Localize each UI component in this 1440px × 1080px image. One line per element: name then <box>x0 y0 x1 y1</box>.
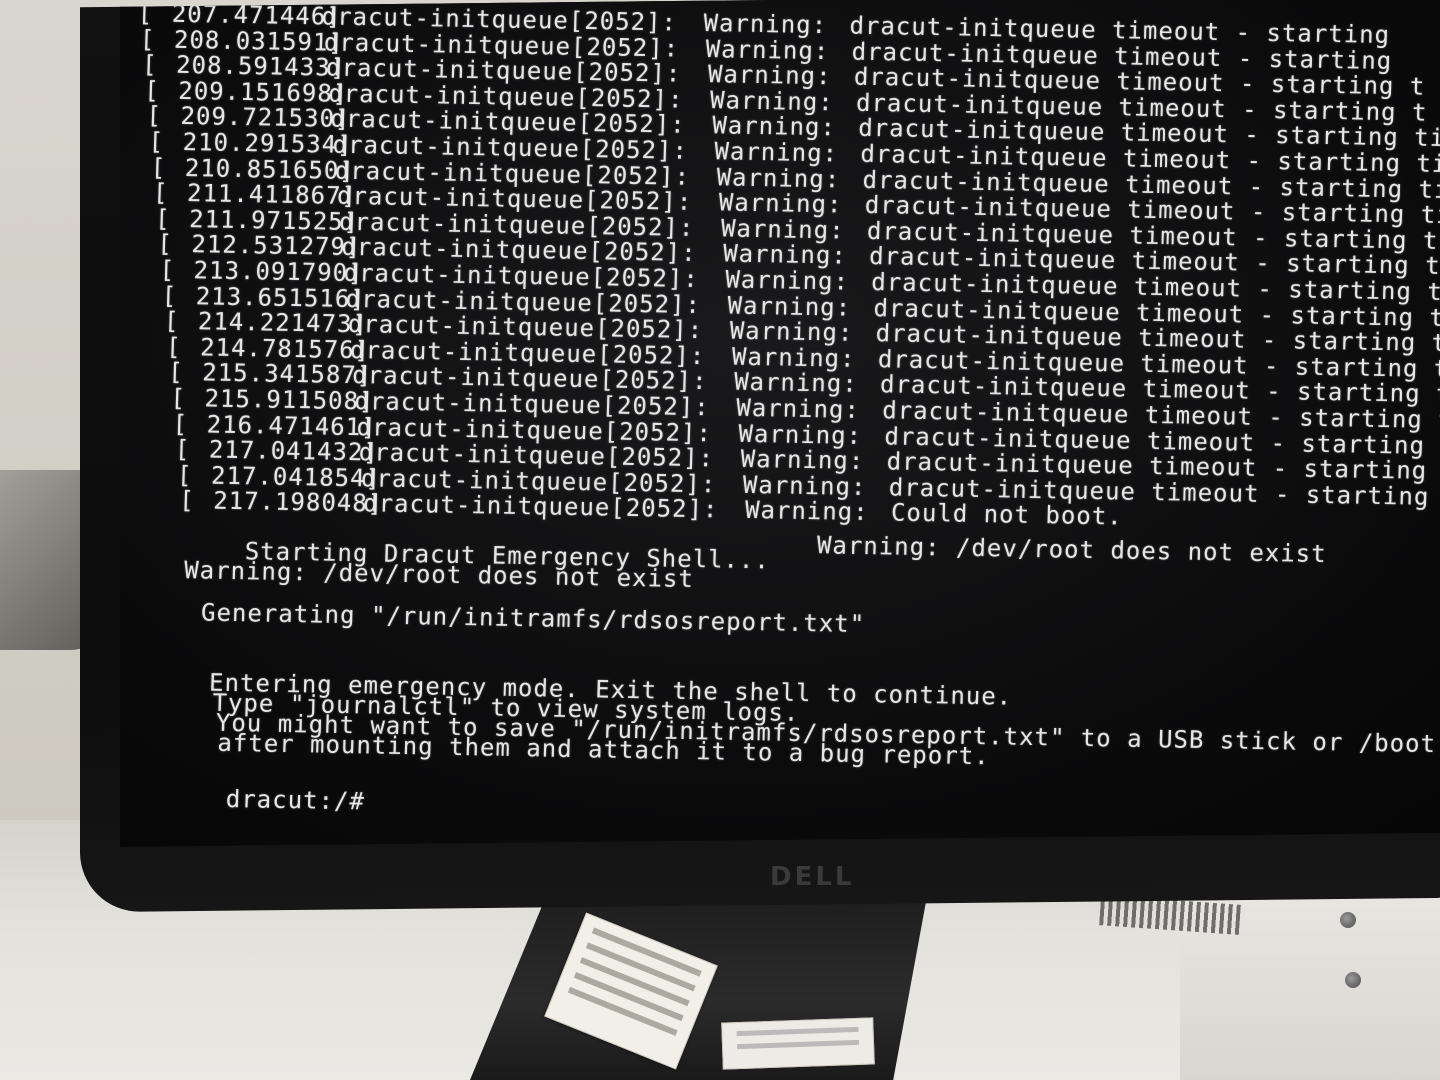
log-bracket: [ <box>174 435 191 464</box>
log-bracket: [ <box>154 204 172 233</box>
log-message: Could not boot. <box>890 498 1124 531</box>
monitor-bezel: [207.471446] dracut-initqueue[2052]: Warni… <box>80 0 1440 913</box>
log-bracket: [ <box>157 229 174 259</box>
log-bracket: [ <box>137 0 154 28</box>
log-bracket: [ <box>143 76 161 105</box>
log-level: Warning: <box>744 496 870 527</box>
log-bracket: [ <box>159 255 176 284</box>
dev-root-inline-warning: Warning: /dev/root does not exist <box>816 531 1328 569</box>
case-screw <box>1340 912 1356 928</box>
log-bracket: [ <box>165 332 183 361</box>
log-bracket: [ <box>146 101 163 130</box>
log-bracket: [ <box>172 409 189 438</box>
log-bracket: [ <box>139 24 156 54</box>
log-timestamp: 217.198048] <box>212 487 384 518</box>
log-bracket: [ <box>152 178 169 207</box>
log-bracket: [ <box>148 127 165 156</box>
terminal-console[interactable]: [207.471446] dracut-initqueue[2052]: Warni… <box>120 0 1440 847</box>
log-bracket: [ <box>176 460 193 490</box>
log-bracket: [ <box>163 306 180 336</box>
label-sticker <box>721 1017 875 1070</box>
log-bracket: [ <box>150 153 167 182</box>
generating-report-message: Generating "/run/initramfs/rdsosreport.t… <box>200 598 866 639</box>
log-bracket: [ <box>168 358 185 387</box>
monitor-brand-logo: DELL <box>770 862 855 892</box>
case-screw <box>1345 972 1361 988</box>
log-bracket: [ <box>178 486 196 515</box>
log-bracket: [ <box>161 281 178 310</box>
monitor-screen: [207.471446] dracut-initqueue[2052]: Warni… <box>120 0 1440 847</box>
shell-prompt[interactable]: dracut:/# <box>226 785 366 815</box>
log-process: dracut-initqueue[2052]: <box>362 489 719 524</box>
log-bracket: [ <box>170 383 187 413</box>
log-bracket: [ <box>141 50 159 79</box>
